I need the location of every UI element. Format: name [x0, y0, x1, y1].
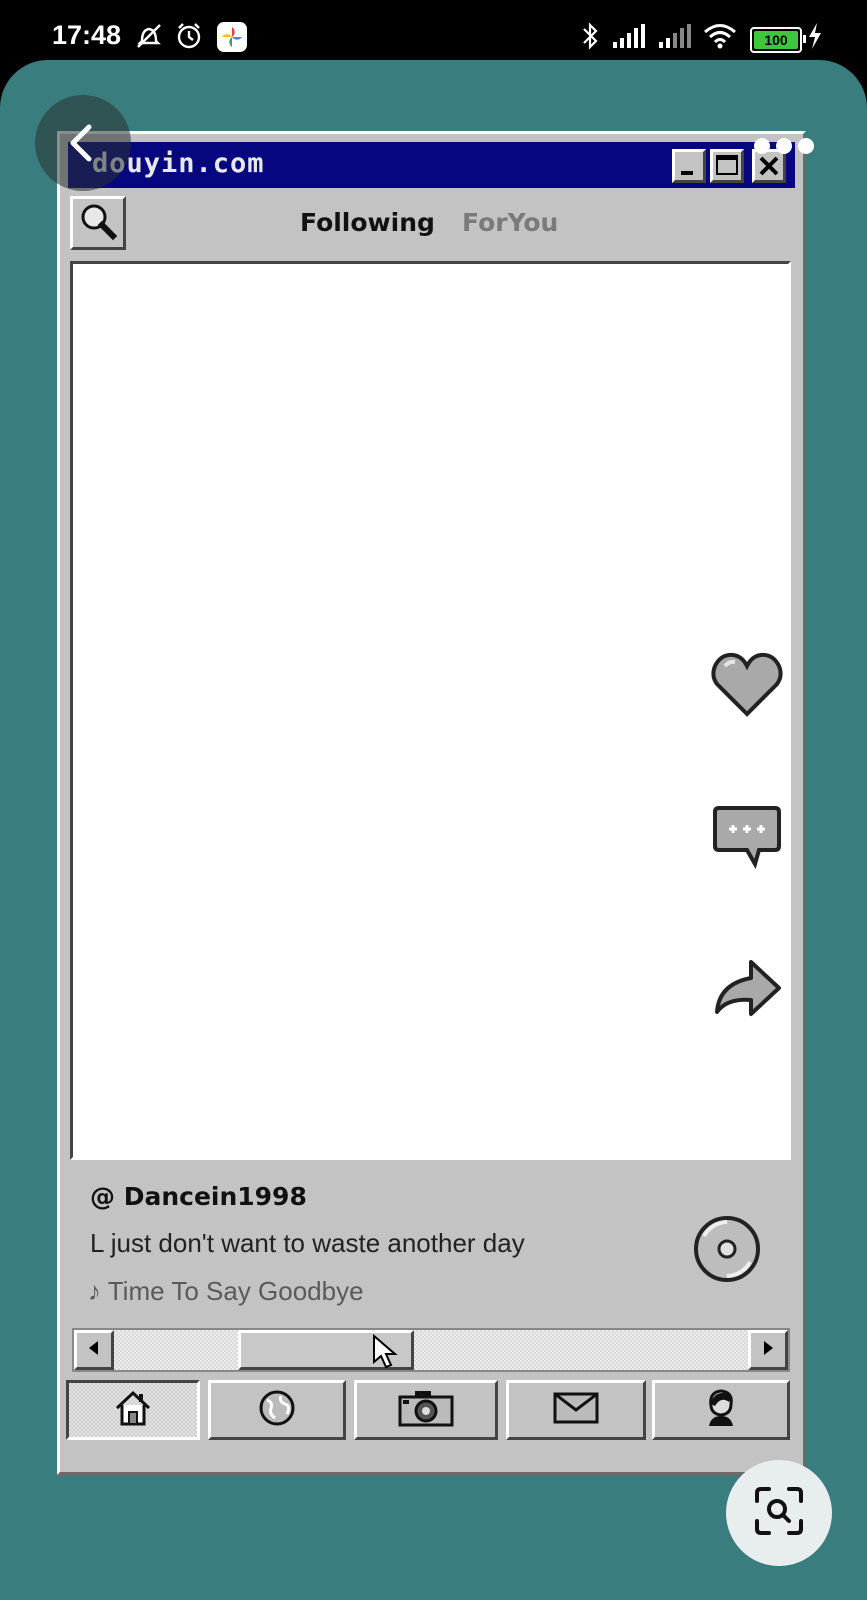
song-title: Time To Say Goodbye — [107, 1276, 364, 1306]
status-time: 17:48 — [52, 20, 122, 50]
post-handle[interactable]: @ Dancein1998 — [90, 1182, 307, 1211]
photos-app-icon — [217, 22, 247, 52]
heart-icon — [711, 650, 783, 722]
title-bar: douyin.com — [68, 142, 795, 188]
like-button[interactable] — [709, 648, 785, 724]
alarm-icon — [173, 20, 205, 52]
nav-inbox[interactable] — [506, 1380, 646, 1440]
lens-search-button[interactable] — [726, 1460, 832, 1566]
search-icon — [78, 201, 118, 245]
comment-button[interactable] — [709, 802, 785, 878]
post-info: @ Dancein1998 L just don't want to waste… — [72, 1160, 788, 1332]
dnd-icon — [133, 20, 165, 52]
arrow-right-icon — [758, 1338, 778, 1362]
video-area[interactable] — [70, 261, 791, 1160]
more-options-button[interactable] — [754, 138, 816, 158]
more-dot-icon — [754, 138, 770, 154]
tab-foryou[interactable]: ForYou — [462, 208, 558, 237]
share-button[interactable] — [709, 954, 785, 1030]
wifi-icon — [702, 20, 738, 52]
home-icon — [113, 1388, 153, 1432]
mail-icon — [552, 1390, 600, 1430]
nav-home[interactable] — [66, 1380, 200, 1440]
horizontal-scrollbar[interactable] — [72, 1328, 790, 1372]
lens-icon — [753, 1485, 805, 1541]
nav-create[interactable] — [354, 1380, 498, 1440]
share-icon — [711, 958, 783, 1026]
more-dot-icon — [776, 138, 792, 154]
charging-icon — [806, 20, 824, 52]
battery-icon: 100 — [750, 27, 806, 53]
cursor-icon — [372, 1333, 400, 1374]
tab-following[interactable]: Following — [300, 208, 435, 237]
bottom-nav — [66, 1380, 790, 1442]
minimize-button[interactable] — [672, 149, 706, 183]
chevron-left-icon — [65, 123, 99, 167]
battery-level: 100 — [754, 31, 798, 49]
disc-icon — [692, 1216, 762, 1288]
post-caption: L just don't want to waste another day — [90, 1228, 525, 1258]
scroll-right-button[interactable] — [748, 1330, 788, 1370]
profile-icon — [703, 1388, 739, 1432]
music-disc[interactable] — [692, 1214, 762, 1284]
nav-profile[interactable] — [652, 1380, 790, 1440]
post-song[interactable]: ♪ Time To Say Goodbye — [88, 1276, 364, 1307]
bluetooth-icon — [578, 20, 602, 52]
music-note-icon: ♪ — [88, 1276, 101, 1306]
signal-icon-2 — [656, 20, 692, 52]
back-button[interactable] — [35, 95, 131, 191]
scroll-left-button[interactable] — [74, 1330, 114, 1370]
camera-icon — [397, 1388, 455, 1432]
more-dot-icon — [798, 138, 814, 154]
comment-icon — [711, 804, 783, 876]
arrow-left-icon — [84, 1338, 104, 1362]
nav-discover[interactable] — [208, 1380, 346, 1440]
signal-icon-1 — [610, 20, 646, 52]
search-button[interactable] — [70, 196, 126, 250]
toolbar: Following ForYou — [68, 194, 795, 260]
maximize-button[interactable] — [710, 149, 744, 183]
globe-icon — [257, 1388, 297, 1432]
retro-window: douyin.com Following ForYou @ Dancein199… — [57, 131, 806, 1475]
